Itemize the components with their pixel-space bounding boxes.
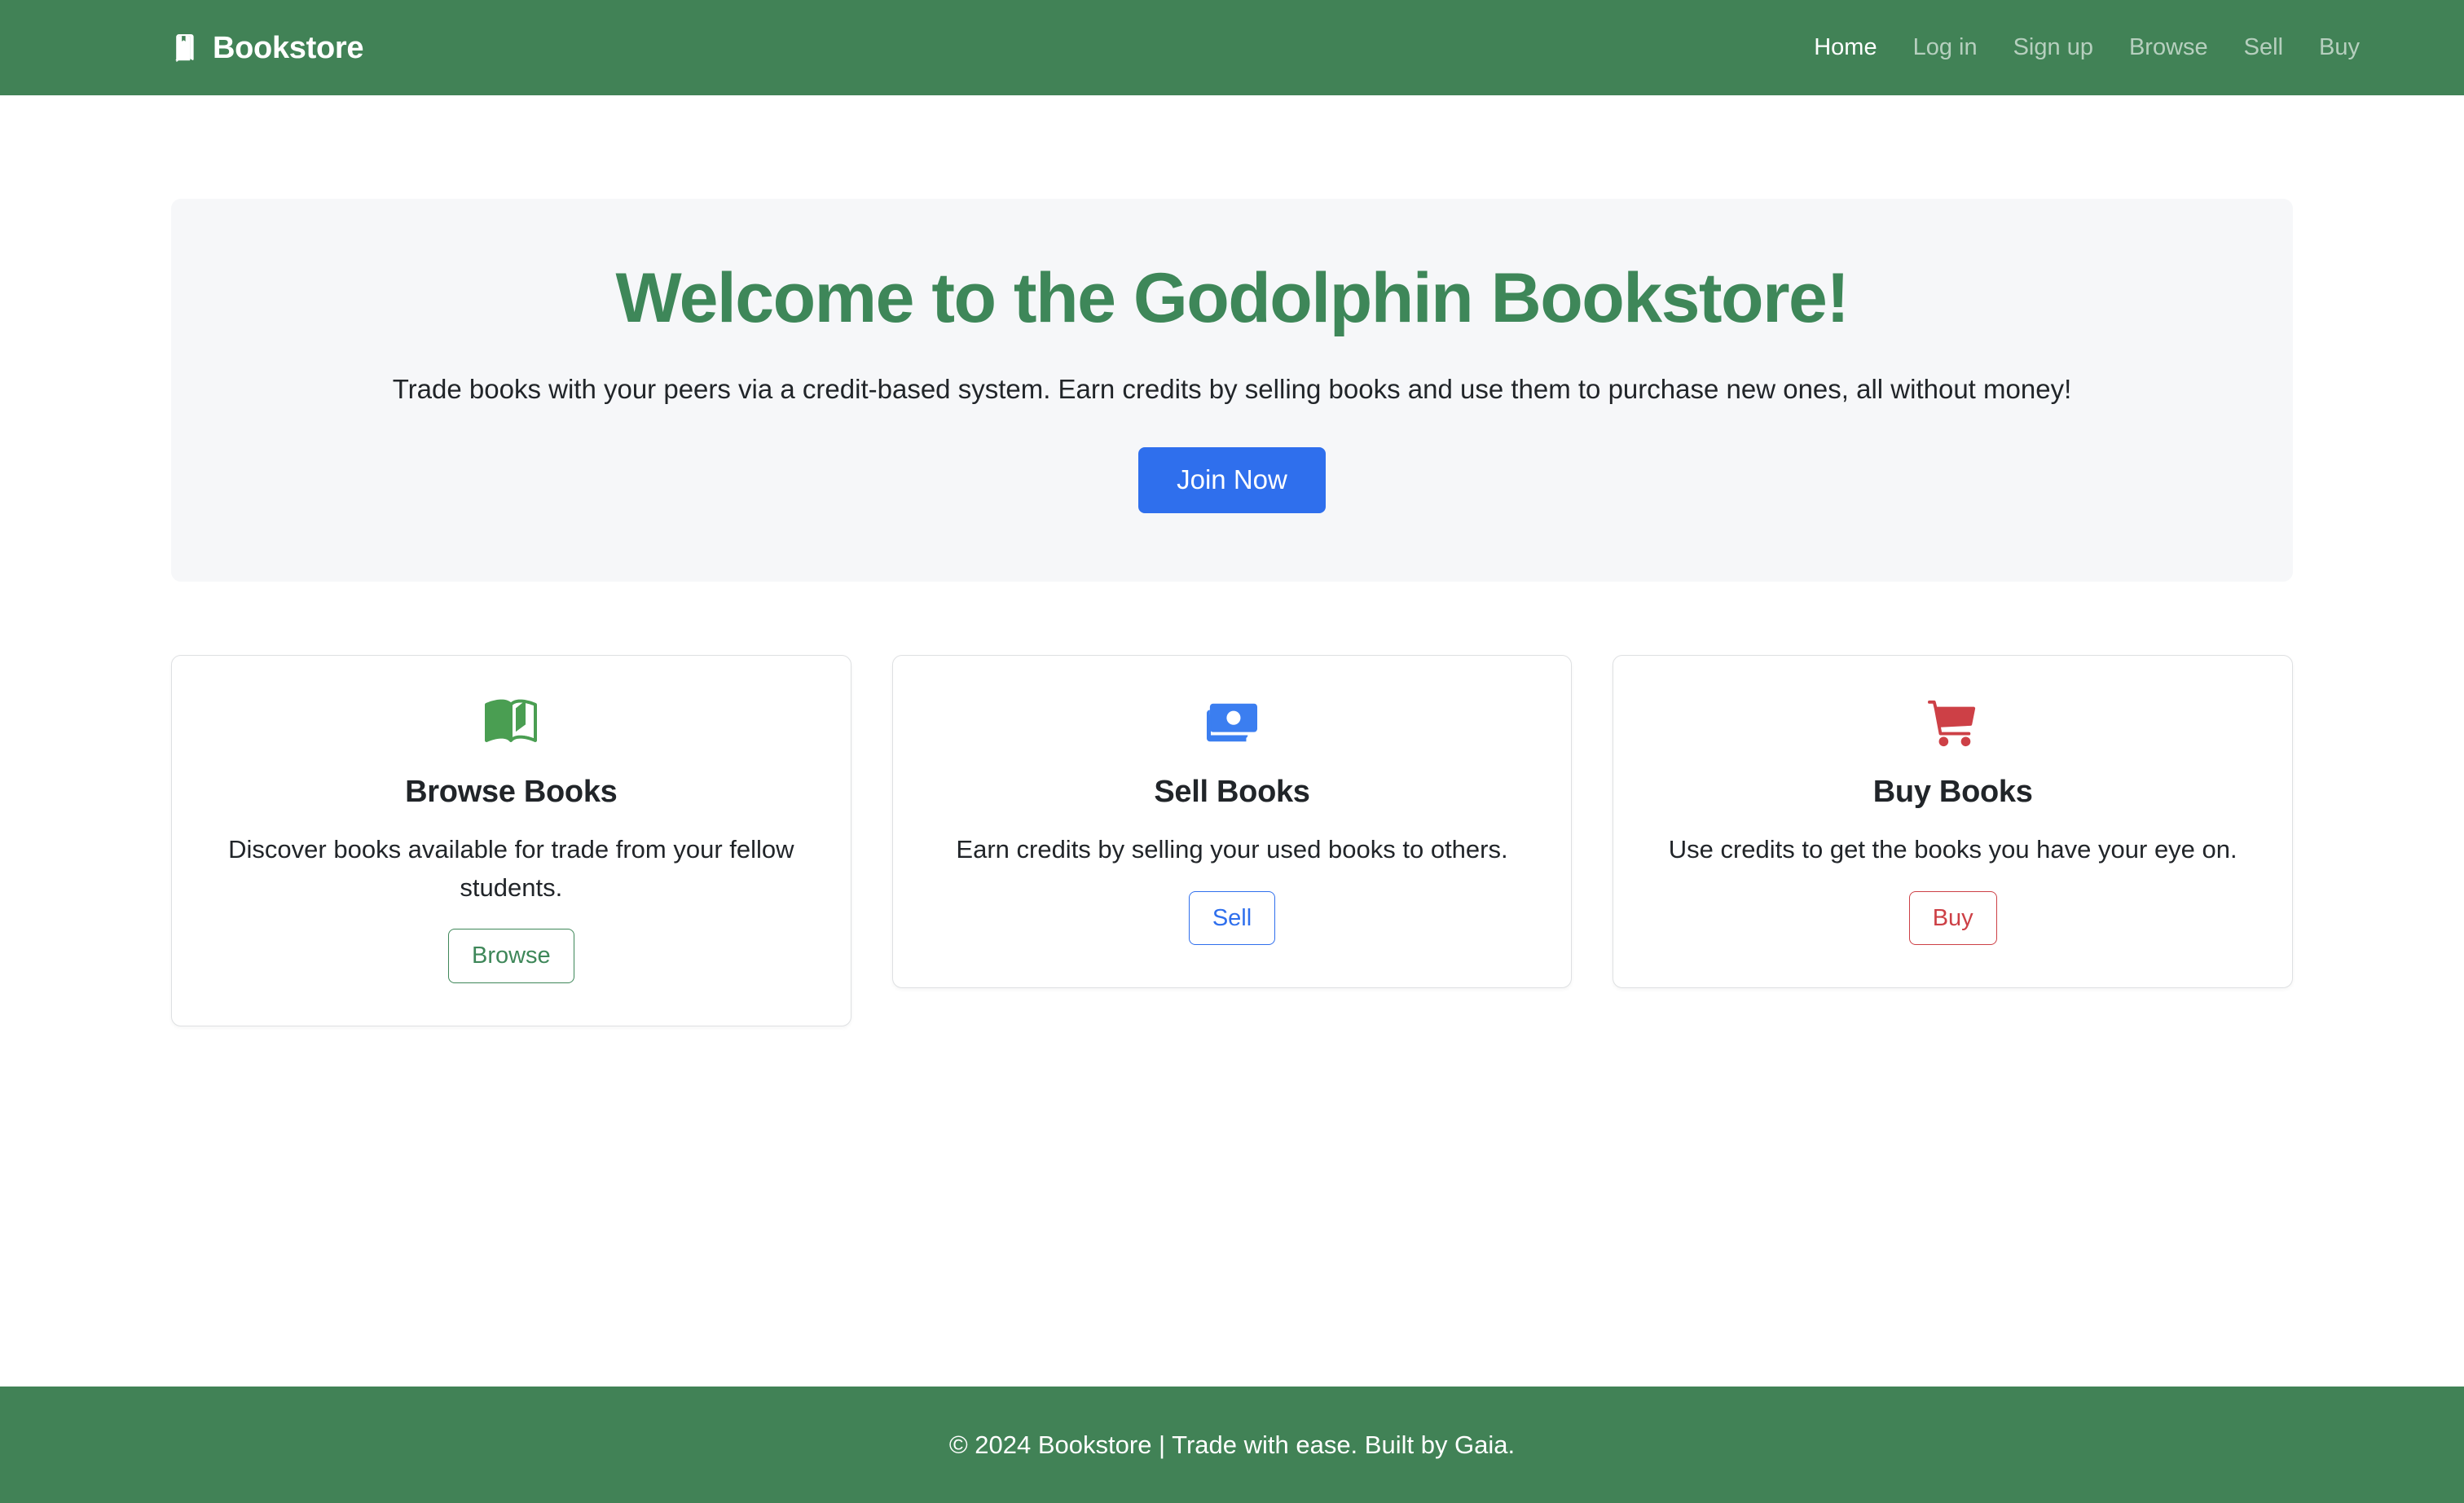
brand-title: Bookstore: [213, 30, 364, 65]
page-footer: © 2024 Bookstore | Trade with ease. Buil…: [0, 1387, 2464, 1503]
cash-stack-icon: [1207, 697, 1257, 748]
join-now-button[interactable]: Join Now: [1138, 447, 1326, 514]
sell-button[interactable]: Sell: [1188, 890, 1276, 946]
card-icon-wrap: [1646, 693, 2259, 752]
card-description: Earn credits by selling your used books …: [956, 835, 1508, 864]
nav-item-home: Home: [1796, 36, 1894, 59]
card-title: Sell Books: [1154, 775, 1310, 810]
card-sell-books: Sell Books Earn credits by selling your …: [891, 655, 1573, 989]
card-title: Buy Books: [1872, 775, 2033, 810]
card-icon-wrap: [926, 693, 1539, 752]
card-browse-books: Browse Books Discover books available fo…: [171, 655, 851, 1026]
card-button-wrap: Buy: [1646, 890, 2259, 946]
open-book-icon: [485, 697, 538, 749]
hero-cta-wrap: Join Now: [244, 447, 2220, 514]
brand-logo-link[interactable]: Bookstore: [171, 30, 364, 65]
nav-item-login: Log in: [1895, 36, 1995, 59]
nav-link-sell[interactable]: Sell: [2226, 34, 2301, 60]
card-description: Use credits to get the books you have yo…: [1668, 835, 2237, 864]
footer-copyright-text: © 2024 Bookstore | Trade with ease. Buil…: [948, 1430, 1516, 1459]
nav-item-sell: Sell: [2226, 36, 2301, 59]
browse-button[interactable]: Browse: [447, 929, 574, 983]
nav-link-browse[interactable]: Browse: [2111, 34, 2226, 60]
card-button-wrap: Browse: [205, 929, 818, 983]
hero-jumbotron: Welcome to the Godolphin Bookstore! Trad…: [171, 199, 2293, 582]
nav-link-login[interactable]: Log in: [1895, 34, 1995, 60]
card-description: Discover books available for trade from …: [228, 835, 794, 902]
page-title: Welcome to the Godolphin Bookstore!: [615, 259, 1850, 337]
nav-link-home[interactable]: Home: [1796, 34, 1894, 60]
nav-item-browse: Browse: [2111, 36, 2226, 59]
book-bookmark-icon: [171, 31, 199, 65]
hero-subtitle: Trade books with your peers via a credit…: [392, 374, 2072, 405]
nav-link-signup[interactable]: Sign up: [1995, 34, 2111, 60]
card-button-wrap: Sell: [926, 890, 1539, 946]
card-buy-books: Buy Books Use credits to get the books y…: [1613, 655, 2294, 989]
card-icon-wrap: [205, 693, 818, 752]
nav-links: Home Log in Sign up Browse Sell Buy: [1796, 36, 2360, 59]
shopping-cart-icon: [1927, 697, 1978, 748]
nav-item-buy: Buy: [2301, 36, 2360, 59]
nav-item-signup: Sign up: [1995, 36, 2111, 59]
buy-button[interactable]: Buy: [1908, 890, 1997, 946]
card-title: Browse Books: [405, 775, 618, 810]
top-navbar: Bookstore Home Log in Sign up Browse Sel…: [0, 0, 2464, 95]
nav-link-buy[interactable]: Buy: [2301, 34, 2360, 60]
main-content: Welcome to the Godolphin Bookstore! Trad…: [0, 199, 2464, 1387]
feature-cards: Browse Books Discover books available fo…: [171, 655, 2294, 1026]
